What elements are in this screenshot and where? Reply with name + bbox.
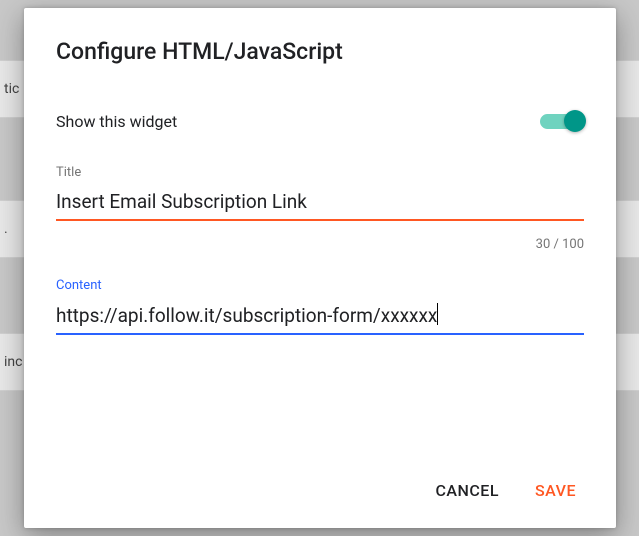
content-input-text: https://api.follow.it/subscription-form/… — [56, 304, 438, 327]
cancel-button[interactable]: CANCEL — [431, 473, 503, 508]
title-field-label: Title — [56, 165, 584, 180]
save-button[interactable]: SAVE — [531, 473, 580, 508]
toggle-thumb — [564, 110, 586, 132]
content-field-label: Content — [56, 278, 584, 293]
title-input[interactable] — [56, 188, 584, 221]
content-field-group: Content https://api.follow.it/subscripti… — [56, 278, 584, 335]
configure-widget-dialog: Configure HTML/JavaScript Show this widg… — [24, 8, 616, 528]
content-input[interactable]: https://api.follow.it/subscription-form/… — [56, 301, 584, 335]
title-char-counter: 30 / 100 — [56, 237, 584, 252]
dialog-title: Configure HTML/JavaScript — [56, 38, 584, 65]
show-widget-row: Show this widget — [56, 109, 584, 133]
dialog-actions: CANCEL SAVE — [56, 453, 584, 508]
show-widget-toggle[interactable] — [540, 109, 584, 133]
show-widget-label: Show this widget — [56, 112, 177, 131]
title-field-group: Title — [56, 165, 584, 221]
